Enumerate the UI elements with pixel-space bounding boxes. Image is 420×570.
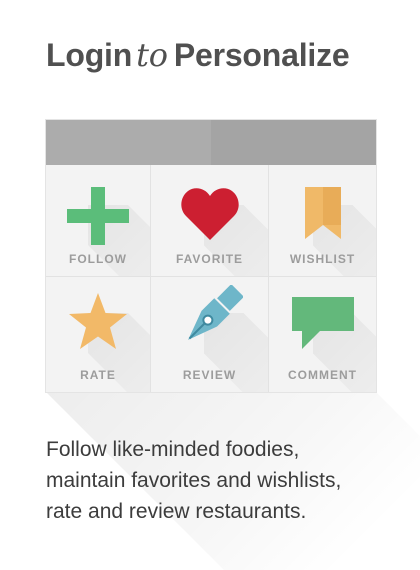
description-line: Follow like-minded foodies,	[46, 438, 300, 461]
follow-label: FOLLOW	[69, 252, 127, 266]
rate-tile[interactable]: RATE	[46, 277, 151, 392]
rate-label: RATE	[80, 368, 116, 382]
heart-icon	[180, 188, 239, 240]
plus-icon	[67, 187, 129, 245]
comment-tile[interactable]: COMMENT	[269, 277, 376, 392]
star-icon	[69, 293, 127, 349]
panel-header-bar	[46, 120, 376, 165]
title-to: to	[136, 36, 168, 74]
favorite-label: FAVORITE	[175, 252, 244, 266]
feature-grid: FOLLOW FAVORITE WISHLIST RATE REVIEW COM…	[46, 165, 376, 392]
review-label: REVIEW	[182, 368, 237, 382]
feature-panel: FOLLOW FAVORITE WISHLIST RATE REVIEW COM…	[46, 120, 376, 392]
page-title: Login to Personalize	[46, 36, 350, 74]
title-personalize: Personalize	[173, 37, 350, 73]
description-line: rate and review restaurants.	[46, 500, 307, 523]
wishlist-label: WISHLIST	[289, 252, 356, 266]
bookmark-icon	[304, 187, 341, 239]
comment-label: COMMENT	[288, 368, 357, 382]
favorite-tile[interactable]: FAVORITE	[151, 165, 269, 277]
review-tile[interactable]: REVIEW	[151, 277, 269, 392]
follow-tile[interactable]: FOLLOW	[46, 165, 151, 277]
title-login: Login	[46, 37, 133, 73]
speech-bubble-icon	[291, 297, 354, 349]
description-line: maintain favorites and wishlists,	[46, 469, 342, 492]
wishlist-tile[interactable]: WISHLIST	[269, 165, 376, 277]
description: Follow like-minded foodies, maintain fav…	[46, 434, 416, 527]
pen-nib-icon	[187, 285, 243, 340]
